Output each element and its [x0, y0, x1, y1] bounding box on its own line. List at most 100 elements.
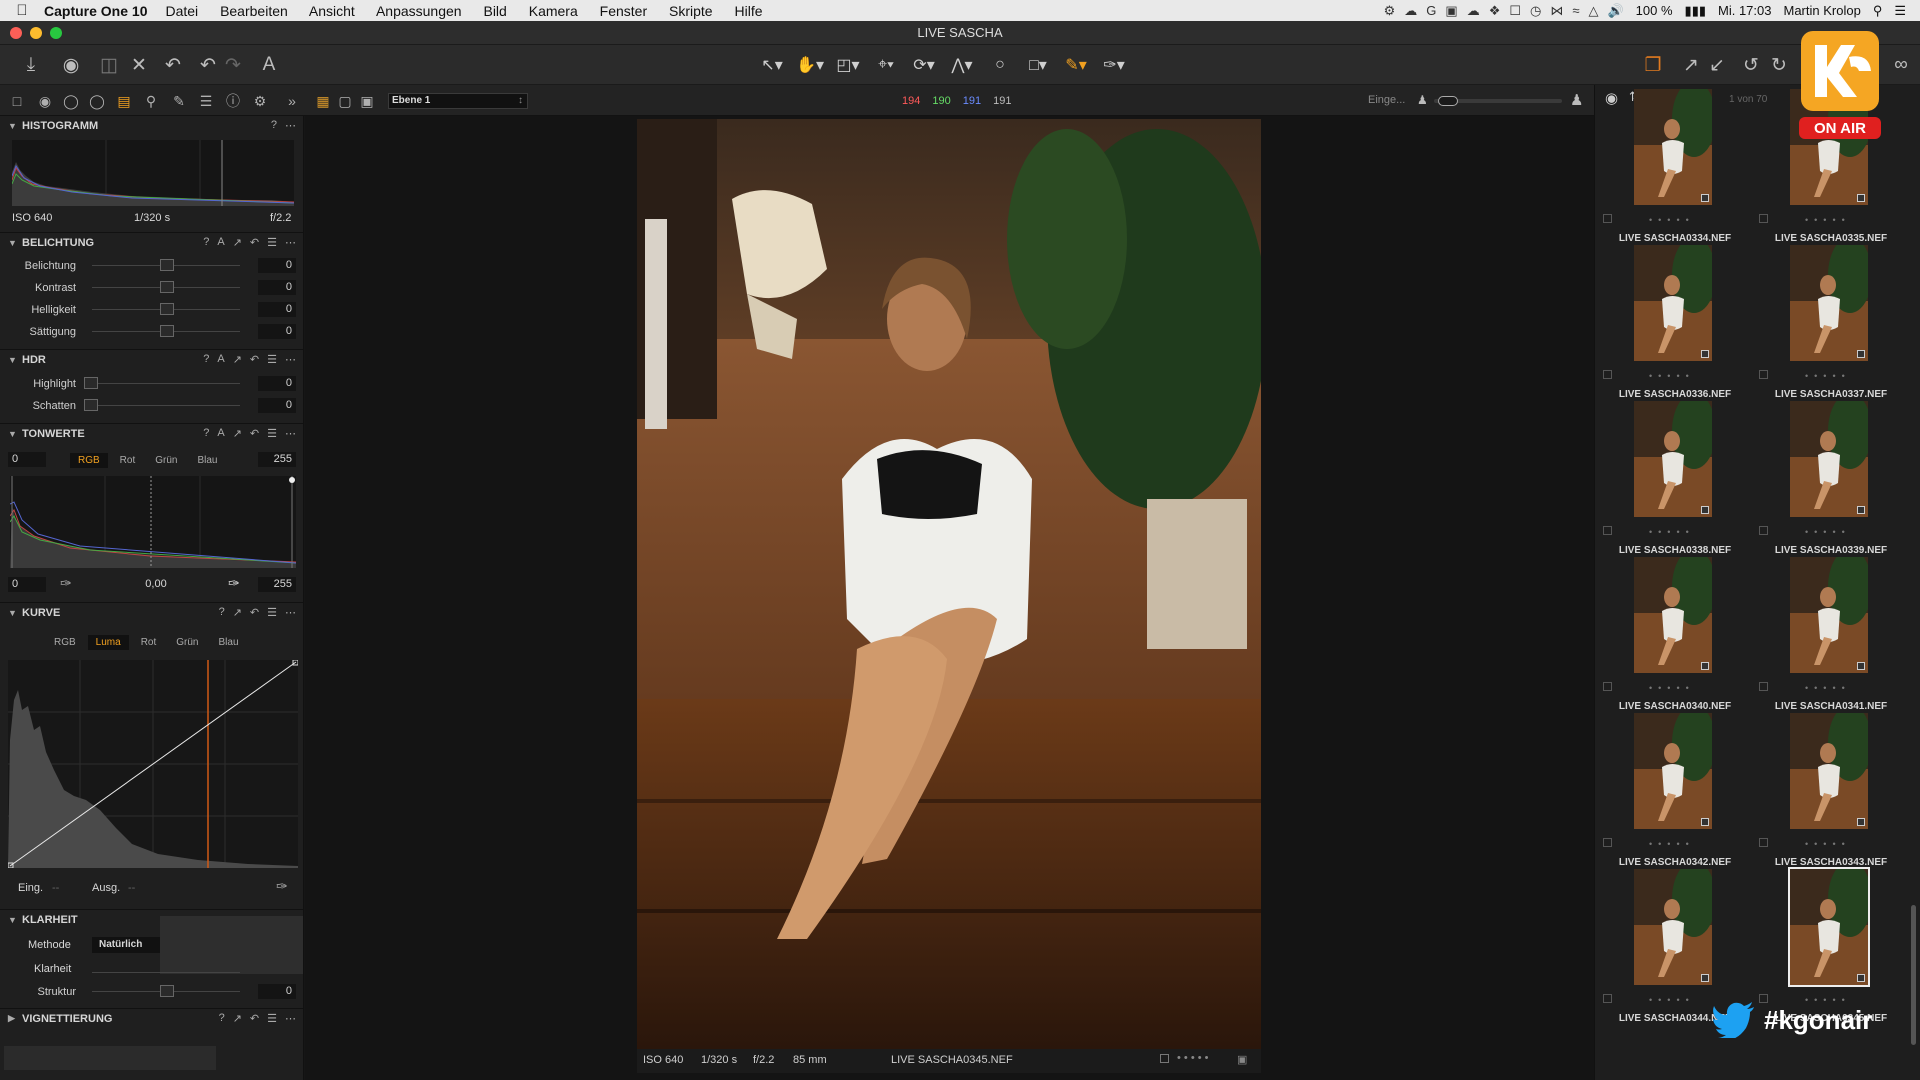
time-machine-icon[interactable]: ◷: [1530, 3, 1541, 19]
thumbnail-cell[interactable]: ••••• LIVE SASCHA0342.NEF: [1599, 713, 1751, 869]
levels-header[interactable]: ▼ TONWERTE ? A ↗ ↶ ☰ ⋯: [0, 423, 303, 443]
menu-anpassungen[interactable]: Anpassungen: [376, 3, 462, 19]
crop-icon[interactable]: ⌖▾: [870, 51, 902, 79]
camera-icon[interactable]: ◉: [58, 52, 84, 78]
shadow-knob[interactable]: [84, 399, 98, 411]
clock[interactable]: Mi. 17:03: [1718, 3, 1771, 18]
thumbnail-rating[interactable]: •••••: [1805, 683, 1851, 693]
glasses-icon[interactable]: ∞: [1888, 52, 1914, 78]
thumbnail-rating[interactable]: •••••: [1649, 371, 1695, 381]
auto-icon[interactable]: A: [217, 236, 224, 249]
cloud-icon[interactable]: ☁: [1467, 3, 1480, 19]
collapse-arrow-icon[interactable]: ▼: [8, 121, 22, 131]
levels-output-high[interactable]: 255: [258, 577, 296, 592]
exposure-tab-icon[interactable]: ▤: [115, 92, 133, 110]
presets-icon[interactable]: ☰: [267, 427, 277, 440]
thumbnail-rating[interactable]: •••••: [1805, 371, 1851, 381]
thumbnail-checkbox[interactable]: [1603, 838, 1612, 847]
rotate-icon[interactable]: ⟳▾: [908, 51, 940, 79]
reset-icon[interactable]: ↶: [160, 52, 186, 78]
levels-tab-blue[interactable]: Blau: [189, 453, 225, 468]
metadata-tab-icon[interactable]: ⓘ: [224, 92, 242, 110]
details-tab-icon[interactable]: ⚲: [142, 92, 160, 110]
levels-input-low[interactable]: 0: [8, 452, 46, 467]
export-icon[interactable]: ◫: [96, 52, 122, 78]
spot-removal-icon[interactable]: ○: [984, 51, 1016, 79]
menu-skripte[interactable]: Skripte: [669, 3, 713, 19]
thumbnail-cell[interactable]: ••••• LIVE SASCHA0340.NEF: [1599, 557, 1751, 713]
curve-header[interactable]: ▼ KURVE ? ↗ ↶ ☰ ⋯: [0, 602, 303, 622]
thumbnail-cell[interactable]: ••••• LIVE SASCHA0334.NEF: [1599, 89, 1751, 245]
histogram-header[interactable]: ▼ HISTOGRAMM ? ⋯: [0, 116, 303, 136]
thumbnail-checkbox[interactable]: [1603, 994, 1612, 1003]
hdr-header[interactable]: ▼ HDR ? A ↗ ↶ ☰ ⋯: [0, 349, 303, 369]
reset-icon[interactable]: ↶: [250, 1012, 259, 1025]
thumbnail-rating[interactable]: •••••: [1805, 215, 1851, 225]
thumbnail-checkbox[interactable]: [1603, 370, 1612, 379]
curve-tab-green[interactable]: Grün: [168, 635, 206, 650]
color-tag-icon[interactable]: ▣: [1237, 1053, 1247, 1066]
display-icon[interactable]: ▣: [1445, 3, 1457, 19]
curve-tab-red[interactable]: Rot: [133, 635, 165, 650]
presets-icon[interactable]: ☰: [267, 353, 277, 366]
more-tabs-icon[interactable]: »: [283, 92, 301, 110]
layer-select[interactable]: Ebene 1 ↕: [388, 93, 528, 109]
notification-list-icon[interactable]: ☰: [1894, 3, 1906, 19]
keystone-icon[interactable]: ⋀▾: [946, 51, 978, 79]
thumbnail-checkbox[interactable]: [1759, 682, 1768, 691]
help-icon[interactable]: ?: [219, 606, 225, 619]
apply-adjustments-icon[interactable]: ↙: [1704, 52, 1730, 78]
photo-select-checkbox[interactable]: [1160, 1054, 1169, 1063]
battery-icon[interactable]: ▮▮▮: [1685, 3, 1706, 19]
highlight-knob[interactable]: [84, 377, 98, 389]
thumbnail-image[interactable]: [1790, 245, 1868, 361]
clarity-method-select[interactable]: Natürlich: [92, 937, 162, 953]
thumbnail-cell[interactable]: ••••• LIVE SASCHA0338.NEF: [1599, 401, 1751, 557]
photo-rating[interactable]: • • • • •: [1177, 1052, 1208, 1064]
exposure-header[interactable]: ▼ BELICHTUNG ? A ↗ ↶ ☰ ⋯: [0, 232, 303, 252]
thumbnail-image[interactable]: [1634, 713, 1712, 829]
curve-picker-icon[interactable]: ✑: [276, 878, 288, 895]
help-icon[interactable]: ?: [203, 236, 209, 249]
thumb-large-icon[interactable]: ♟: [1570, 91, 1583, 109]
copy-icon[interactable]: ↗: [233, 353, 242, 366]
more-icon[interactable]: ⋯: [285, 353, 296, 366]
output-tab-icon[interactable]: ⚙: [251, 92, 269, 110]
auto-icon[interactable]: A: [217, 427, 224, 440]
reset-icon[interactable]: ↶: [250, 427, 259, 440]
pan-hand-icon[interactable]: ✋▾: [794, 51, 826, 79]
curve-tab-luma[interactable]: Luma: [87, 635, 129, 650]
levels-tab-rgb[interactable]: RGB: [70, 453, 108, 468]
more-icon[interactable]: ⋯: [285, 1012, 296, 1025]
mask-shape-icon[interactable]: □▾: [1022, 51, 1054, 79]
thumbnail-cell[interactable]: ••••• LIVE SASCHA0337.NEF: [1755, 245, 1907, 401]
help-icon[interactable]: ?: [271, 119, 277, 132]
thumbnail-cell[interactable]: ••••• LIVE SASCHA0341.NEF: [1755, 557, 1907, 713]
volume-icon[interactable]: 🔊: [1607, 3, 1623, 19]
contrast-value[interactable]: 0: [258, 280, 296, 295]
import-icon[interactable]: ⤓: [18, 52, 44, 78]
text-tool-icon[interactable]: A: [256, 52, 282, 78]
thumbnail-rating[interactable]: •••••: [1649, 839, 1695, 849]
thumbnail-image[interactable]: [1790, 713, 1868, 829]
thumbnail-rating[interactable]: •••••: [1649, 683, 1695, 693]
copy-adjustments-icon[interactable]: ↗: [1678, 52, 1704, 78]
brightness-value[interactable]: 0: [258, 302, 296, 317]
more-icon[interactable]: ⋯: [285, 606, 296, 619]
reset-icon[interactable]: ↶: [250, 236, 259, 249]
color-tab-icon[interactable]: ◯: [88, 92, 106, 110]
shadow-value[interactable]: 0: [258, 398, 296, 413]
collapse-arrow-icon[interactable]: ▼: [8, 608, 22, 618]
apple-icon[interactable]: : [0, 2, 44, 19]
thumbnail-checkbox[interactable]: [1603, 214, 1612, 223]
grammarly-icon[interactable]: G: [1426, 3, 1436, 19]
curve-chart[interactable]: [8, 660, 298, 868]
help-icon[interactable]: ?: [219, 1012, 225, 1025]
thumbnail-rating[interactable]: •••••: [1649, 527, 1695, 537]
brightness-knob[interactable]: [160, 303, 174, 315]
help-icon[interactable]: ?: [203, 353, 209, 366]
thumbnail-rating[interactable]: •••••: [1649, 995, 1695, 1005]
app-menu[interactable]: Capture One 10: [44, 3, 147, 19]
redo-icon[interactable]: ↷: [220, 52, 246, 78]
levels-tab-green[interactable]: Grün: [147, 453, 185, 468]
